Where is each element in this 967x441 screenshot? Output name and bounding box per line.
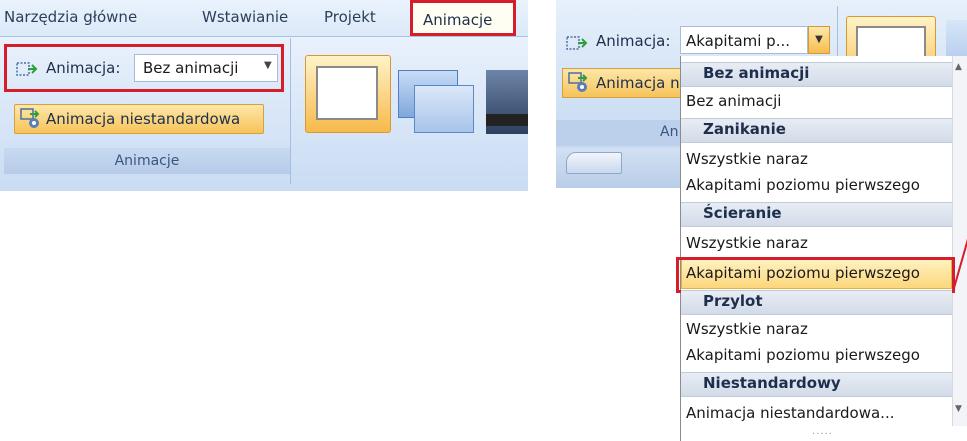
annotation-line [953, 238, 967, 289]
animation-icon [16, 62, 38, 76]
dropdown-header-label: Przylot [703, 292, 763, 310]
resize-grip[interactable]: ..... [812, 426, 833, 437]
tab-home[interactable]: Narzędzia główne [4, 0, 137, 36]
transition-thumbnail-dark-band [486, 114, 528, 126]
tab-design[interactable]: Projekt [324, 0, 376, 36]
dropdown-header-label: Ścieranie [703, 204, 782, 222]
dropdown-item[interactable]: Bez animacji [686, 92, 781, 110]
dropdown-header-label: Zanikanie [703, 120, 786, 138]
scroll-down-icon[interactable]: ▼ [955, 404, 962, 414]
dropdown-header-label: Bez animacji [703, 64, 810, 82]
slides-tab[interactable] [566, 152, 622, 174]
custom-animation-label: Animacja n [596, 74, 680, 92]
animation-label: Animacja: [46, 59, 121, 77]
dropdown-item[interactable]: Akapitami poziomu pierwszego [686, 346, 920, 364]
dropdown-item[interactable]: Akapitami poziomu pierwszego [686, 176, 920, 194]
tab-insert[interactable]: Wstawianie [202, 0, 288, 36]
dropdown-item[interactable]: Wszystkie naraz [686, 150, 808, 168]
dropdown-item[interactable]: Wszystkie naraz [686, 320, 808, 338]
chevron-down-icon[interactable]: ▼ [808, 26, 830, 54]
tab-animations[interactable]: Animacje [410, 0, 516, 36]
custom-animation-label: Animacja niestandardowa [46, 110, 241, 128]
right-group-label: An [660, 124, 679, 140]
dropdown-item[interactable]: Wszystkie naraz [686, 234, 808, 252]
animation-combo-value: Akapitami p... [686, 32, 791, 50]
dropdown-item[interactable]: Animacja niestandardowa... [686, 404, 895, 422]
dropdown-header-label: Niestandardowy [703, 374, 841, 392]
scroll-up-icon[interactable]: ▲ [955, 62, 962, 72]
custom-animation-icon [20, 108, 40, 128]
transition-thumbnail-fade[interactable] [414, 85, 474, 133]
animation-icon [566, 36, 588, 50]
chevron-down-icon[interactable]: ▼ [264, 60, 272, 71]
selection-highlight-box [676, 257, 955, 293]
custom-animation-icon [568, 72, 588, 92]
transition-thumbnail-preview [316, 66, 378, 120]
animations-group-label: Animacje [4, 148, 290, 174]
animation-label: Animacja: [596, 32, 671, 50]
animation-combo-value: Bez animacji [143, 59, 239, 77]
